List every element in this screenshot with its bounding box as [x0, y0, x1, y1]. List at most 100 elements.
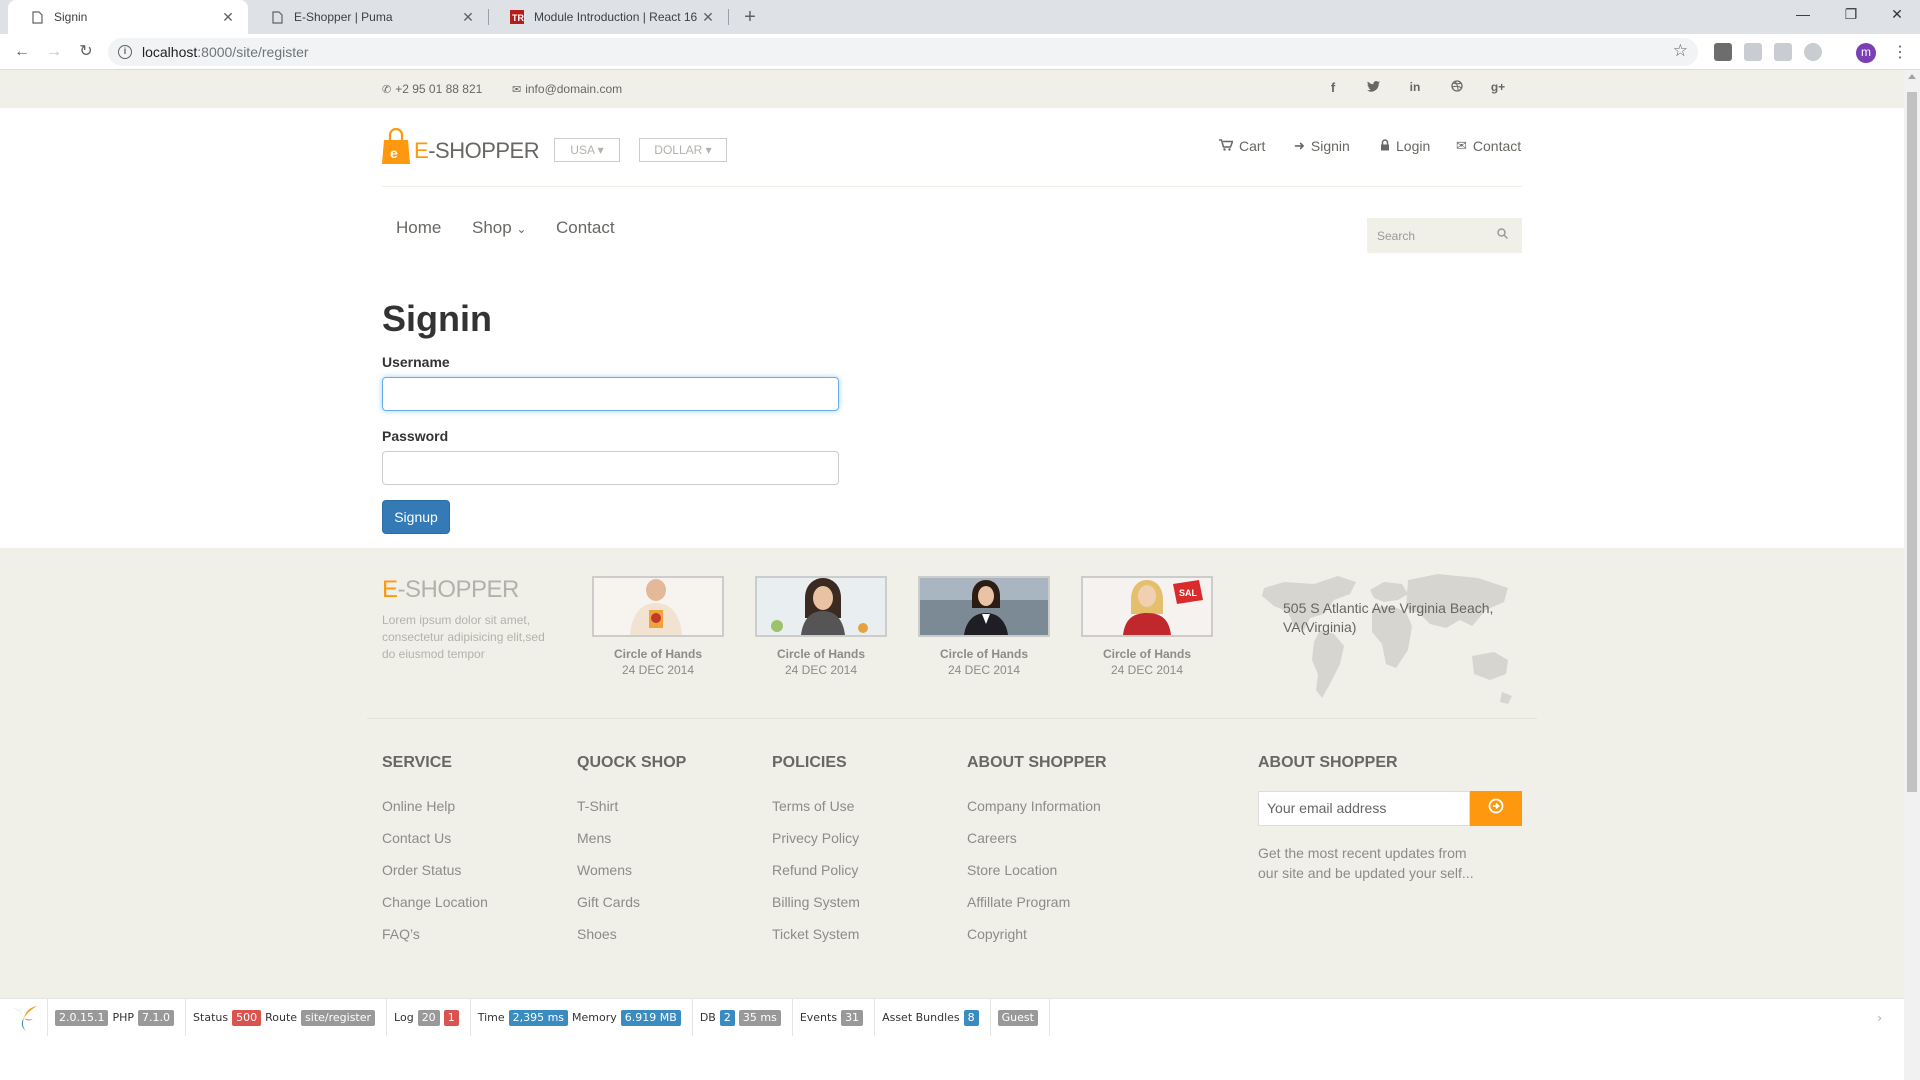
nav-shop[interactable]: Shop ⌄	[472, 218, 527, 238]
currency-dropdown[interactable]: DOLLAR ▾	[639, 138, 727, 162]
chevron-right-icon[interactable]: ›	[1877, 1011, 1882, 1025]
yii-logo-icon[interactable]	[0, 998, 48, 1037]
bookmark-star-icon[interactable]: ☆	[1673, 41, 1688, 61]
footer-link[interactable]: Store Location	[967, 862, 1057, 878]
browser-tab-react[interactable]: TR Module Introduction | React 16 - ✕	[488, 0, 728, 34]
video-date: 24 DEC 2014	[621, 663, 695, 677]
browser-menu-icon[interactable]: ⋮	[1892, 42, 1908, 62]
extension-icon[interactable]	[1744, 43, 1762, 61]
footer-link[interactable]: Order Status	[382, 862, 461, 878]
username-field[interactable]	[382, 377, 839, 411]
browser-tab-eshopper[interactable]: E-Shopper | Puma ✕	[248, 0, 488, 34]
minimize-icon[interactable]: —	[1780, 0, 1826, 30]
dribbble-icon[interactable]	[1446, 80, 1468, 98]
debug-profiling-block[interactable]: Time 2,395 ms Memory 6.919 MB	[471, 998, 693, 1037]
close-tab-icon[interactable]: ✕	[460, 9, 476, 26]
restore-icon[interactable]: ❐	[1828, 0, 1874, 30]
footer-link[interactable]: Careers	[967, 830, 1017, 846]
site-logo[interactable]: e E-SHOPPER	[382, 127, 540, 164]
yii-debug-toolbar: 2.0.15.1 PHP 7.1.0 Status 500 Route site…	[0, 998, 1904, 1037]
debug-version-block[interactable]: 2.0.15.1 PHP 7.1.0	[48, 998, 187, 1037]
footer-link[interactable]: Company Information	[967, 798, 1101, 814]
url-field[interactable]: i localhost:8000/site/register ☆	[108, 38, 1698, 66]
video-thumbnail[interactable]	[592, 576, 724, 637]
status-label: Status	[193, 1011, 229, 1024]
svg-text:e: e	[390, 145, 398, 161]
video-card[interactable]: Circle of Hands 24 DEC 2014	[592, 576, 724, 677]
footer-link[interactable]: FAQ’s	[382, 926, 420, 942]
footer-link[interactable]: Ticket System	[772, 926, 859, 942]
new-tab-icon[interactable]: +	[737, 4, 763, 30]
tab-title: E-Shopper | Puma	[294, 10, 393, 24]
footer-link[interactable]: Mens	[577, 830, 611, 846]
header-link-signin[interactable]: ➜ Signin	[1294, 138, 1350, 154]
page-scrollbar[interactable]	[1904, 70, 1920, 1080]
search-icon[interactable]	[1497, 228, 1509, 242]
twitter-icon[interactable]	[1362, 80, 1384, 98]
site-info-icon[interactable]: i	[118, 45, 132, 59]
country-dropdown[interactable]: USA ▾	[554, 138, 620, 162]
debug-assets-block[interactable]: Asset Bundles 8	[875, 998, 991, 1037]
password-field[interactable]	[382, 451, 839, 485]
logo-text: -SHOPPER	[428, 138, 540, 163]
footer-link[interactable]: Shoes	[577, 926, 617, 942]
route-badge: site/register	[301, 1009, 376, 1026]
subscribe-button[interactable]	[1470, 791, 1522, 826]
email-contact[interactable]: ✉ info@domain.com	[512, 82, 622, 96]
header-link-login[interactable]: Login	[1380, 138, 1430, 154]
video-thumbnail[interactable]	[918, 576, 1050, 637]
video-card[interactable]: SAL Circle of Hands 24 DEC 2014	[1081, 576, 1213, 677]
back-icon[interactable]: ←	[10, 40, 34, 64]
extension-download-icon[interactable]	[1714, 43, 1732, 61]
debug-db-block[interactable]: DB 2 35 ms	[693, 998, 793, 1037]
footer-link[interactable]: Change Location	[382, 894, 488, 910]
header-link-cart[interactable]: Cart	[1219, 138, 1265, 154]
log-count-badge: 20	[417, 1009, 440, 1026]
extension-icon[interactable]	[1804, 43, 1822, 61]
debug-user-block[interactable]: Guest	[991, 998, 1050, 1037]
footer-link[interactable]: Refund Policy	[772, 862, 858, 878]
header-link-label: Login	[1396, 138, 1431, 154]
footer-link[interactable]: Privecy Policy	[772, 830, 859, 846]
search-input[interactable]: Search	[1367, 218, 1522, 253]
footer-link[interactable]: Copyright	[967, 926, 1027, 942]
scrollbar-thumb[interactable]	[1907, 92, 1917, 792]
footer-link[interactable]: Womens	[577, 862, 632, 878]
video-thumbnail[interactable]	[755, 576, 887, 637]
close-tab-icon[interactable]: ✕	[700, 9, 716, 26]
debug-events-block[interactable]: Events 31	[793, 998, 876, 1037]
footer-link[interactable]: Gift Cards	[577, 894, 640, 910]
google-plus-icon[interactable]: g+	[1487, 80, 1509, 98]
close-tab-icon[interactable]: ✕	[220, 9, 236, 26]
signup-button[interactable]: Signup	[382, 500, 450, 534]
nav-home[interactable]: Home	[396, 218, 441, 238]
header-link-contact[interactable]: ✉ Contact	[1456, 138, 1521, 154]
nav-contact[interactable]: Contact	[556, 218, 615, 238]
video-thumbnail[interactable]: SAL	[1081, 576, 1213, 637]
footer-divider	[367, 718, 1537, 719]
status-badge: 500	[232, 1009, 262, 1026]
subscribe-email-input[interactable]: Your email address	[1258, 791, 1470, 826]
footer-link[interactable]: T-Shirt	[577, 798, 618, 814]
forward-icon[interactable]: →	[42, 40, 66, 64]
footer-column-title: ABOUT SHOPPER	[967, 754, 1107, 771]
facebook-icon[interactable]: f	[1322, 80, 1344, 98]
subscribe-title: ABOUT SHOPPER	[1258, 754, 1398, 771]
footer-link[interactable]: Affillate Program	[967, 894, 1070, 910]
footer-link[interactable]: Terms of Use	[772, 798, 854, 814]
profile-avatar[interactable]: m	[1856, 43, 1876, 63]
scroll-up-icon[interactable]	[1908, 74, 1916, 79]
footer-link[interactable]: Online Help	[382, 798, 455, 814]
linkedin-icon[interactable]: in	[1404, 80, 1426, 98]
video-card[interactable]: Circle of Hands 24 DEC 2014	[918, 576, 1050, 677]
extension-icon[interactable]	[1774, 43, 1792, 61]
footer-link[interactable]: Billing System	[772, 894, 860, 910]
php-label: PHP	[112, 1011, 135, 1024]
reload-icon[interactable]: ↻	[74, 40, 98, 64]
video-card[interactable]: Circle of Hands 24 DEC 2014	[755, 576, 887, 677]
debug-request-block[interactable]: Status 500 Route site/register	[186, 998, 388, 1037]
browser-tab-signin[interactable]: Signin ✕	[8, 0, 248, 34]
footer-link[interactable]: Contact Us	[382, 830, 451, 846]
window-close-icon[interactable]: ✕	[1874, 0, 1920, 30]
debug-log-block[interactable]: Log 20 1	[387, 998, 471, 1037]
